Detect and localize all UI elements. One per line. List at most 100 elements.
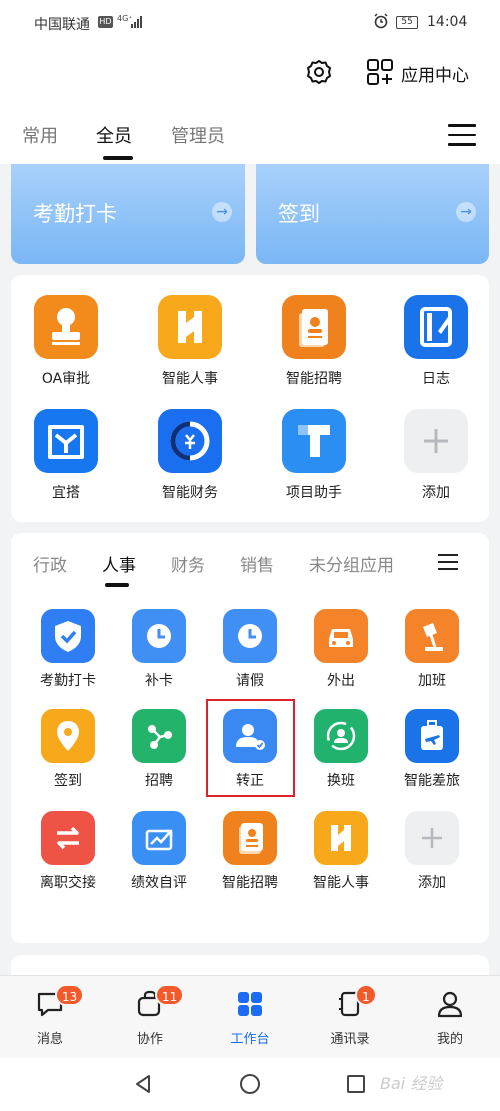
app-smart-hr-2[interactable]: 智能人事 [301,811,381,891]
tab-admin[interactable]: 管理员 [171,122,225,148]
active-subtab-indicator [105,583,129,587]
home-icon[interactable] [239,1073,261,1095]
app-center-button[interactable]: 应用中心 [401,61,469,86]
app-label: 智能招聘 [222,875,278,891]
app-label: OA审批 [41,371,91,387]
sign-in-card[interactable]: 签到 → [256,164,489,264]
app-label: 项目助手 [286,485,342,501]
app-smart-finance[interactable]: 智能财务 [135,409,245,509]
app-label: 智能人事 [313,875,369,891]
finance-icon [158,409,222,473]
gear-icon[interactable] [305,58,333,86]
app-label: 签到 [54,773,82,789]
nav-label: 我的 [436,1032,463,1047]
app-performance-review[interactable]: 绩效自评 [119,811,199,891]
yida-icon [34,409,98,473]
recents-icon[interactable] [346,1074,366,1094]
tab-sales[interactable]: 销售 [240,551,274,576]
nav-label: 工作台 [230,1032,270,1047]
app-label: 离职交接 [40,875,96,891]
app-log[interactable]: 日志 [381,295,491,395]
unread-badge: 13 [55,984,85,1006]
app-center-icon[interactable] [366,58,394,86]
app-sign-in[interactable]: 签到 [28,709,108,789]
swap-arrows-icon [41,811,95,865]
app-label: 请假 [236,673,264,689]
attendance-card[interactable]: 考勤打卡 → [11,164,245,264]
location-pin-icon [41,709,95,763]
h-letter-icon [158,295,222,359]
app-label: 外出 [327,673,355,689]
status-bar: 中国联通 HD 4G⁺ 55 14:04 [0,0,500,46]
notebook-icon [404,295,468,359]
nav-workbench[interactable]: 工作台 [200,976,300,1059]
app-label: 添加 [418,875,446,891]
nav-collaboration[interactable]: 11 协作 [100,976,200,1059]
app-yida[interactable]: 宜搭 [11,409,121,509]
app-label: 宜搭 [52,485,80,501]
app-makeup-punch[interactable]: 补卡 [119,609,199,689]
arrow-right-icon: → [212,202,232,222]
tab-common[interactable]: 常用 [22,122,58,148]
unread-badge: 11 [155,984,185,1006]
app-label: 绩效自评 [131,875,187,891]
app-label: 智能差旅 [404,773,460,789]
chart-trend-icon [132,811,186,865]
card-label: 签到 [278,202,320,226]
clock-icon [132,609,186,663]
app-label: 添加 [422,485,450,501]
unread-badge: 1 [355,984,377,1006]
app-oa-approval[interactable]: OA审批 [11,295,121,395]
nav-label: 消息 [36,1032,63,1047]
clock-icon [223,609,277,663]
app-label: 智能招聘 [286,371,342,387]
nav-contacts[interactable]: 1 通讯录 [300,976,400,1059]
tab-finance[interactable]: 财务 [171,551,205,576]
clock: 14:04 [427,14,468,30]
back-icon[interactable] [133,1074,153,1094]
active-tab-indicator [103,156,133,160]
menu-icon[interactable] [448,124,476,146]
app-go-out[interactable]: 外出 [301,609,381,689]
signal-bars-icon [131,16,143,28]
h-letter-icon [314,811,368,865]
luggage-plane-icon [405,709,459,763]
check-shield-icon [41,609,95,663]
category-menu-icon[interactable] [438,554,458,570]
app-label: 换班 [327,773,355,789]
tab-all-staff[interactable]: 全员 [96,122,132,148]
app-project-assistant[interactable]: 项目助手 [259,409,369,509]
add-app-button[interactable]: 添加 [381,409,491,509]
person-icon [437,991,463,1018]
app-label: 补卡 [145,673,173,689]
app-leave[interactable]: 请假 [210,609,290,689]
plus-icon [405,811,459,865]
app-overtime[interactable]: 加班 [392,609,472,689]
add-category-app-button[interactable]: 添加 [392,811,472,891]
tab-administration[interactable]: 行政 [33,551,67,576]
app-smart-recruit-2[interactable]: 智能招聘 [210,811,290,891]
common-apps-panel: OA审批 智能人事 智能招聘 日志 宜搭 智能财务 项目助手 添加 [11,275,489,522]
tab-personnel[interactable]: 人事 [102,551,136,576]
app-label: 考勤打卡 [40,673,96,689]
nav-messages[interactable]: 13 消息 [0,976,100,1059]
highlight-box [206,699,295,797]
app-recruit[interactable]: 招聘 [119,709,199,789]
app-label: 日志 [422,371,450,387]
app-smart-travel[interactable]: 智能差旅 [392,709,472,789]
workbench-header: 应用中心 常用 全员 管理员 [0,46,500,164]
nav-me[interactable]: 我的 [400,976,500,1059]
app-smart-recruit[interactable]: 智能招聘 [259,295,369,395]
arrow-right-icon: → [456,202,476,222]
battery-indicator: 55 [396,16,418,29]
app-shift-swap[interactable]: 换班 [301,709,381,789]
bottom-tab-bar: 13 消息 11 协作 工作台 1 通讯录 我的 [0,975,500,1058]
app-label: 加班 [418,673,446,689]
nav-label: 通讯录 [330,1032,370,1047]
app-label: 智能人事 [162,371,218,387]
tab-ungrouped[interactable]: 未分组应用 [309,551,394,576]
app-resignation-handover[interactable]: 离职交接 [28,811,108,891]
app-attendance[interactable]: 考勤打卡 [28,609,108,689]
app-smart-hr[interactable]: 智能人事 [135,295,245,395]
grid-icon [238,992,262,1016]
